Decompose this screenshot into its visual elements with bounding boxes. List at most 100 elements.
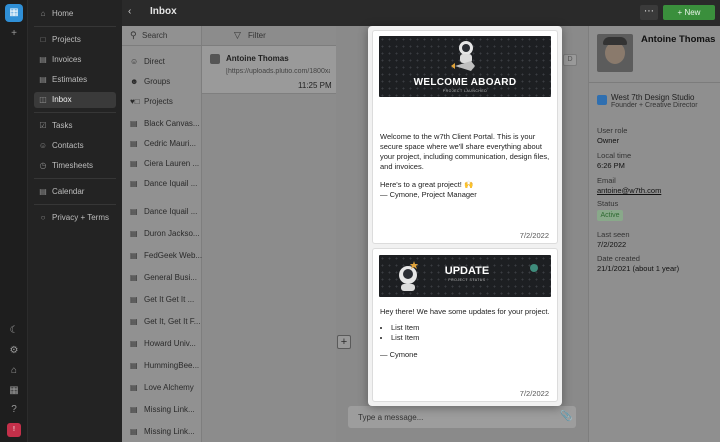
page-title: Inbox bbox=[150, 6, 177, 17]
astronaut-icon bbox=[399, 261, 418, 291]
field-label: Email bbox=[597, 176, 616, 185]
nav-item-inbox[interactable]: ◫ Inbox bbox=[34, 92, 116, 108]
list-item[interactable]: ▤ Black Canvas... bbox=[122, 114, 202, 134]
list-item[interactable]: ▤ Get It, Get It F... bbox=[122, 312, 202, 332]
more-options-button[interactable]: ⋯ bbox=[640, 5, 658, 20]
list-item-label: Duron Jackso... bbox=[144, 229, 200, 238]
nav-item-label: Tasks bbox=[52, 121, 73, 130]
list-item-label: Direct bbox=[144, 57, 165, 66]
nav-item-estimates[interactable]: ▤ Estimates bbox=[34, 72, 116, 88]
message-input[interactable]: Type a message... bbox=[358, 413, 423, 422]
calendar-icon: ▤ bbox=[39, 187, 47, 196]
home-icon[interactable]: ⌂ bbox=[7, 364, 21, 378]
list-item-label: Cedric Mauri... bbox=[144, 139, 197, 148]
top-bar: ‹ Inbox ⋯ + New bbox=[122, 0, 720, 26]
search-bar[interactable]: ⚲ Search bbox=[122, 26, 202, 46]
nav-item-projects[interactable]: □ Projects bbox=[34, 32, 116, 48]
list-item-label: Black Canvas... bbox=[144, 119, 200, 128]
thread-time: 11:25 PM bbox=[298, 81, 332, 90]
nav-item-label: Estimates bbox=[52, 75, 88, 84]
banner-title: UPDATE bbox=[444, 265, 490, 277]
list-item-label: FedGeek Web... bbox=[144, 251, 202, 260]
filter-bar[interactable]: ▽ Filter bbox=[202, 26, 336, 46]
field-value: 7/2/2022 bbox=[597, 240, 627, 249]
list-item[interactable]: ▤ FedGeek Web... bbox=[122, 246, 202, 266]
search-input[interactable]: Search bbox=[142, 31, 167, 40]
nav-item-label: Projects bbox=[52, 35, 81, 44]
icon-rail: ▦ + ☾ ⚙ ⌂ ▦ ? ! bbox=[0, 0, 28, 442]
message-card: UPDATE PROJECT STATUS Hey there! We have… bbox=[372, 248, 558, 402]
list-item-projects[interactable]: ♥□ Projects bbox=[122, 92, 202, 112]
field-label: Last seen bbox=[597, 230, 630, 239]
list-item-label: Get It, Get It F... bbox=[144, 317, 201, 326]
list-item[interactable]: ▤ Dance Iquail ... bbox=[122, 202, 202, 222]
search-icon: ⚲ bbox=[130, 30, 137, 40]
gear-icon[interactable]: ⚙ bbox=[7, 344, 21, 358]
document-icon: ▤ bbox=[130, 179, 138, 188]
message-card: WELCOME ABOARD PROJECT LAUNCHED Welcome … bbox=[372, 30, 558, 244]
message-paragraph: Here's to a great project! 🙌 bbox=[380, 180, 474, 189]
document-icon: ▤ bbox=[130, 339, 138, 348]
document-icon: ▤ bbox=[130, 119, 138, 128]
banner-title: WELCOME ABOARD bbox=[413, 77, 517, 88]
nav-item-timesheets[interactable]: ◷ Timesheets bbox=[34, 158, 116, 174]
add-icon[interactable]: + bbox=[7, 27, 21, 41]
nav-item-contacts[interactable]: ☺ Contacts bbox=[34, 138, 116, 154]
new-button[interactable]: + New bbox=[663, 5, 715, 20]
message-signature: — Cymone bbox=[380, 350, 418, 359]
attach-plus-button[interactable]: + bbox=[337, 335, 351, 349]
nav-item-privacy[interactable]: ○ Privacy + Terms bbox=[34, 210, 116, 226]
message-paragraph: Welcome to the w7th Client Portal. This … bbox=[380, 132, 550, 171]
shield-icon: ○ bbox=[40, 213, 46, 222]
contact-photo bbox=[597, 34, 633, 72]
user-avatar[interactable]: ! bbox=[7, 423, 21, 437]
nav-item-tasks[interactable]: ☑ Tasks bbox=[34, 118, 116, 134]
list-item-label: Projects bbox=[144, 97, 173, 106]
plus-icon: + bbox=[677, 8, 683, 17]
nav-item-invoices[interactable]: ▤ Invoices bbox=[34, 52, 116, 68]
paperclip-icon[interactable]: 📎 bbox=[560, 411, 572, 422]
list-item[interactable]: ▤ HummingBee... bbox=[122, 356, 202, 376]
person-icon: ☺ bbox=[130, 57, 139, 66]
list-item: List Item bbox=[391, 323, 419, 333]
company-name[interactable]: West 7th Design Studio bbox=[611, 93, 694, 102]
thread-preview: [https://uploads.plutio.com/1800xautc bbox=[226, 68, 330, 75]
list-item[interactable]: ▤ General Busi... bbox=[122, 268, 202, 288]
list-item-label: Groups bbox=[144, 77, 171, 86]
planet-icon bbox=[530, 264, 538, 272]
list-item[interactable]: ▤ Howard Univ... bbox=[122, 334, 202, 354]
home-icon: ⌂ bbox=[40, 9, 46, 18]
document-icon: ▤ bbox=[130, 159, 138, 168]
nav-item-home[interactable]: ⌂ Home bbox=[34, 6, 116, 22]
document-icon: ▤ bbox=[130, 207, 138, 216]
back-arrow-icon[interactable]: ‹ bbox=[128, 6, 131, 17]
clock-icon: ◷ bbox=[39, 161, 47, 170]
list-item[interactable]: ▤ Dance Iquail ... bbox=[122, 174, 202, 194]
field-label: Status bbox=[597, 199, 619, 208]
message-paragraph: Hey there! We have some updates for your… bbox=[380, 307, 550, 316]
nav-item-calendar[interactable]: ▤ Calendar bbox=[34, 184, 116, 200]
list-item[interactable]: ▤ Cedric Mauri... bbox=[122, 134, 202, 154]
list-item[interactable]: ▤ Love Alchemy bbox=[122, 378, 202, 398]
nav-item-label: Contacts bbox=[52, 141, 84, 150]
list-item-groups[interactable]: ☻ Groups bbox=[122, 72, 202, 92]
list-item[interactable]: ▤ Missing Link... bbox=[122, 400, 202, 420]
moon-icon[interactable]: ☾ bbox=[7, 324, 21, 338]
side-tab[interactable]: D bbox=[563, 54, 577, 66]
app-logo-icon[interactable]: ▦ bbox=[5, 4, 23, 22]
list-item[interactable]: ▤ Missing Link... bbox=[122, 422, 202, 442]
document-icon: ▤ bbox=[130, 295, 138, 304]
nav-divider bbox=[34, 178, 116, 179]
list-item-label: Dance Iquail ... bbox=[144, 179, 198, 188]
help-icon[interactable]: ? bbox=[7, 403, 21, 417]
message-composer[interactable]: Type a message... 📎 bbox=[348, 406, 576, 428]
list-item-direct[interactable]: ☺ Direct bbox=[122, 52, 202, 72]
list-item-label: HummingBee... bbox=[144, 361, 200, 370]
list-item[interactable]: ▤ Duron Jackso... bbox=[122, 224, 202, 244]
list-item[interactable]: ▤ Ciera Lauren ... bbox=[122, 154, 202, 174]
apps-icon[interactable]: ▦ bbox=[7, 384, 21, 398]
nav-divider bbox=[34, 26, 116, 27]
welcome-banner: WELCOME ABOARD PROJECT LAUNCHED bbox=[379, 36, 551, 97]
list-item[interactable]: ▤ Get It Get It ... bbox=[122, 290, 202, 310]
email-link[interactable]: antoine@w7th.com bbox=[597, 186, 661, 195]
